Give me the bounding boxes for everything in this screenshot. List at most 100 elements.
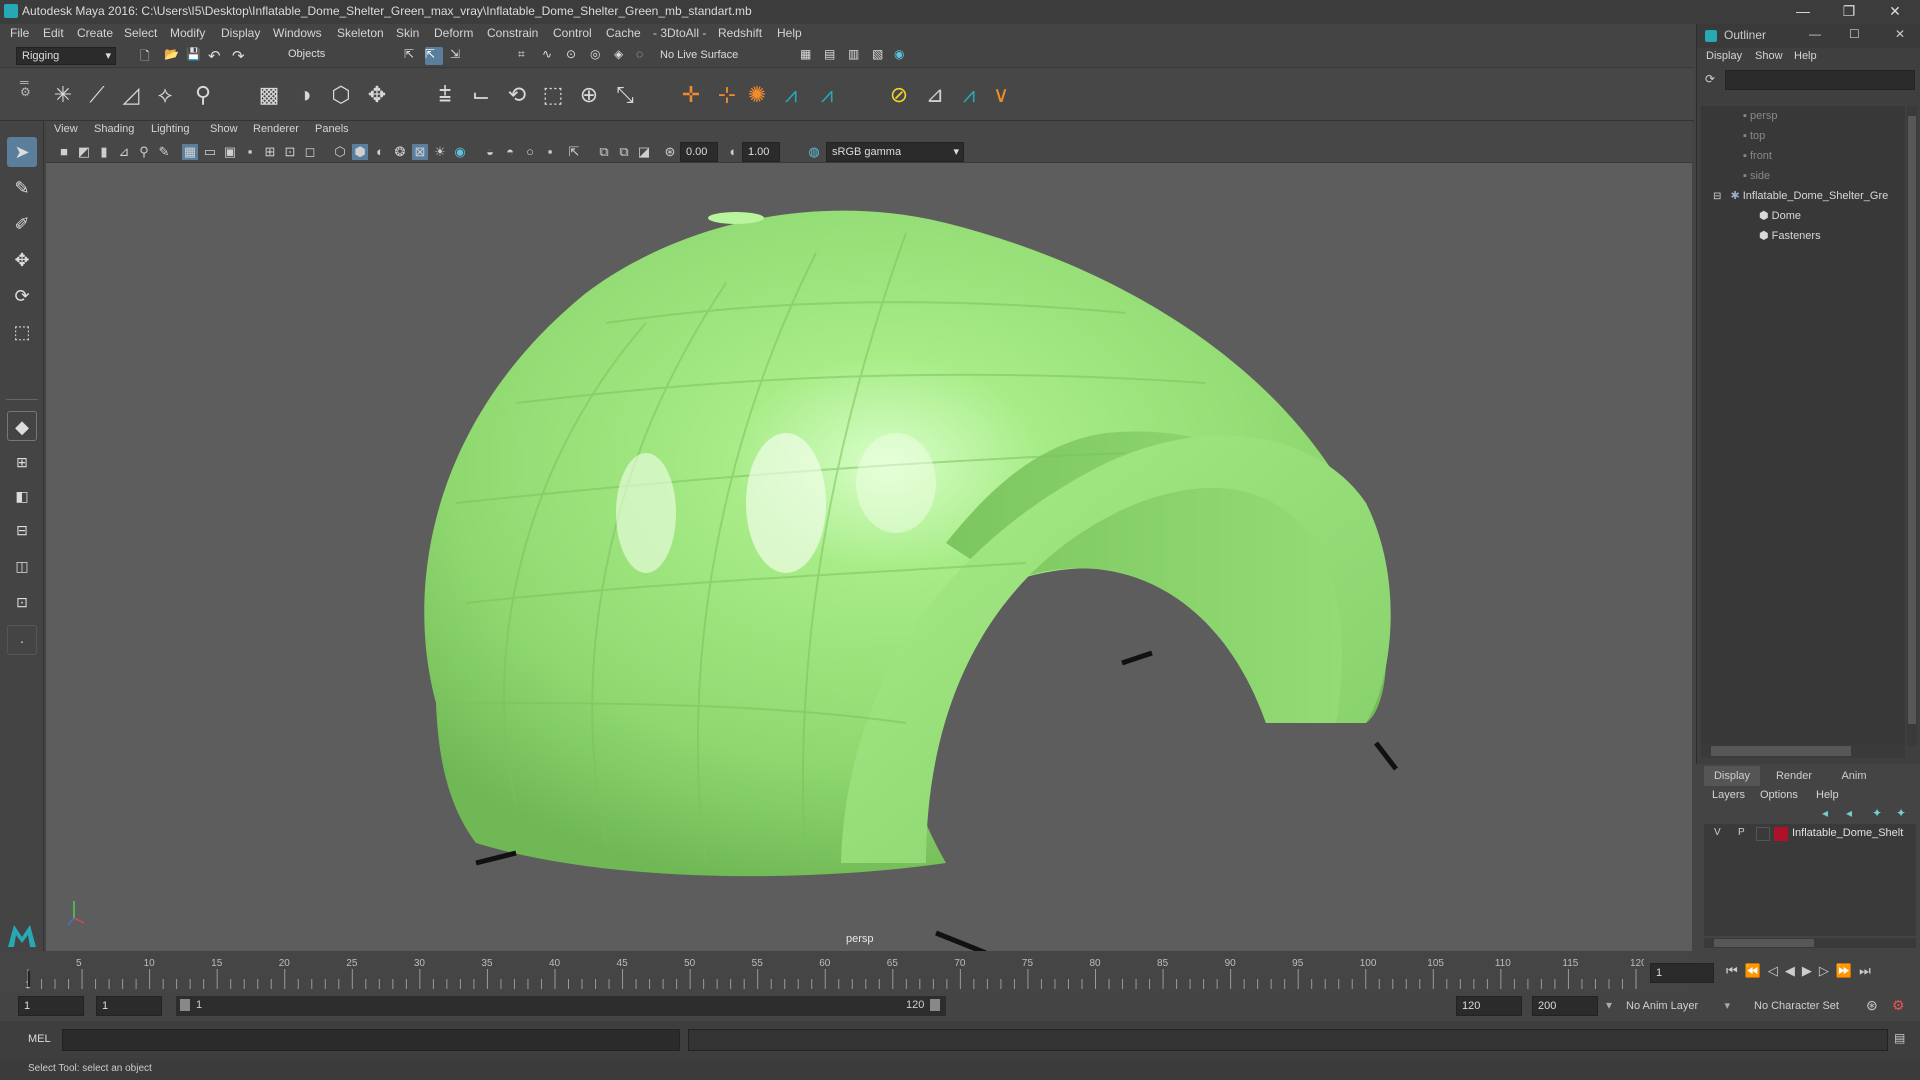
current-time-marker[interactable] — [28, 971, 30, 987]
hud-icon[interactable]: ◪ — [636, 144, 652, 160]
vp-menu-view[interactable]: View — [54, 123, 78, 135]
safe-action-icon[interactable]: ⊡ — [282, 144, 298, 160]
outliner-menu-display[interactable]: Display — [1706, 50, 1742, 62]
maya-shelf-icon[interactable]: ⩘ — [954, 80, 984, 110]
aim-constraint-icon[interactable]: ⊹ — [712, 80, 742, 110]
time-slider[interactable]: 1510152025303540455055606570758085909510… — [0, 951, 1871, 993]
cluster-icon[interactable]: ◑ — [290, 80, 320, 110]
exposure-field[interactable]: 0.00 — [680, 142, 718, 162]
outliner-hscrollbar[interactable] — [1701, 744, 1905, 758]
rotate-tool-icon[interactable]: ⟳ — [7, 281, 37, 311]
snap-view-icon[interactable]: ◎ — [590, 47, 608, 65]
outliner-menu-help[interactable]: Help — [1794, 50, 1817, 62]
redshift-icon[interactable]: ∨ — [986, 80, 1016, 110]
wireframe-on-shaded-icon[interactable]: ◐ — [372, 144, 388, 160]
layers-menu-options[interactable]: Options — [1760, 789, 1798, 801]
insert-joint-icon[interactable]: ⟡ — [150, 80, 180, 110]
layer-color-swatch[interactable] — [1774, 827, 1788, 841]
viewport-panel[interactable]: View Shading Lighting Show Renderer Pane… — [46, 121, 1692, 951]
playback-end-field[interactable]: 120 — [1456, 996, 1522, 1016]
new-layer-selected-icon[interactable]: ✦ — [1896, 806, 1906, 820]
menu-control[interactable]: Control — [553, 26, 592, 40]
field-chart-icon[interactable]: ⊞ — [262, 144, 278, 160]
layer-name[interactable]: Inflatable_Dome_Shelt — [1792, 827, 1903, 839]
maximize-button[interactable]: ❐ — [1826, 0, 1872, 24]
camera-attr-icon[interactable]: ◩ — [76, 144, 92, 160]
depth-of-field-icon[interactable]: ○ — [522, 144, 538, 160]
redo-icon[interactable]: ↷ — [232, 47, 250, 65]
smooth-shade-icon[interactable]: ⬢ — [352, 144, 368, 160]
range-end-handle[interactable] — [930, 999, 940, 1011]
image-plane-icon[interactable]: ⊿ — [116, 144, 132, 160]
snap-pivot-icon[interactable]: ◌ — [636, 47, 654, 65]
outliner-close-icon[interactable]: ✕ — [1895, 27, 1905, 41]
outliner-vscrollbar[interactable] — [1907, 106, 1917, 746]
range-bar[interactable]: 1 120 — [176, 996, 946, 1016]
interactive-bind-icon[interactable]: ⟲ — [502, 80, 532, 110]
bind-skin-icon[interactable]: ⩲ — [430, 80, 460, 110]
render-frame-icon[interactable]: ▤ — [824, 47, 842, 65]
auto-key-icon[interactable]: ⊛ — [1866, 997, 1878, 1014]
selection-mode[interactable]: Objects — [288, 48, 325, 60]
select-hierarchy-icon[interactable]: ⇱ — [404, 47, 422, 65]
resolution-gate-icon[interactable]: ▣ — [222, 144, 238, 160]
gate-mask-icon[interactable]: ▪ — [242, 144, 258, 160]
snap-surface-icon[interactable]: ◈ — [614, 47, 632, 65]
menu-windows[interactable]: Windows — [273, 26, 322, 40]
character-set-dropdown[interactable]: No Character Set — [1750, 996, 1864, 1016]
vp-menu-lighting[interactable]: Lighting — [151, 123, 190, 135]
menu-skeleton[interactable]: Skeleton — [337, 26, 384, 40]
script-editor-icon[interactable]: ▤ — [1894, 1031, 1905, 1045]
grease-pencil-icon[interactable]: ✎ — [156, 144, 172, 160]
persp-graph-icon[interactable]: ⊟ — [7, 515, 37, 545]
select-object-icon[interactable]: ⇱ — [425, 47, 443, 65]
safe-title-icon[interactable]: ◻ — [302, 144, 318, 160]
film-gate-icon[interactable]: ▭ — [202, 144, 218, 160]
vp-menu-shading[interactable]: Shading — [94, 123, 134, 135]
render-settings-icon[interactable]: ▧ — [872, 47, 890, 65]
menu-cache[interactable]: Cache — [606, 26, 641, 40]
shelf-options-icon[interactable]: ═ ⚙ — [20, 76, 31, 98]
select-tool-icon[interactable]: ➤ — [7, 137, 37, 167]
scene-end-field[interactable]: 200 — [1532, 996, 1598, 1016]
camera-icon[interactable]: ■ — [56, 144, 72, 160]
menuset-dropdown[interactable]: Rigging ▾ — [16, 47, 116, 65]
vp-menu-show[interactable]: Show — [210, 123, 238, 135]
layers-menu-help[interactable]: Help — [1816, 789, 1839, 801]
menu-3dtoall[interactable]: - 3DtoAll - — [653, 26, 706, 40]
scale-tool-icon[interactable]: ⬚ — [7, 317, 37, 347]
outliner-item-top[interactable]: ▪ top — [1701, 126, 1920, 146]
step-back-icon[interactable]: ◁ — [1768, 963, 1785, 978]
layer-row[interactable]: V P Inflatable_Dome_Shelt — [1704, 824, 1916, 844]
menu-deform[interactable]: Deform — [434, 26, 473, 40]
render-view-icon[interactable]: ▦ — [800, 47, 818, 65]
menu-modify[interactable]: Modify — [170, 26, 205, 40]
outliner-item-front[interactable]: ▪ front — [1701, 146, 1920, 166]
ipr-render-icon[interactable]: ▥ — [848, 47, 866, 65]
menu-file[interactable]: File — [10, 26, 29, 40]
four-view-icon[interactable]: ⊞ — [7, 447, 37, 477]
wrap-icon[interactable]: ✥ — [362, 80, 392, 110]
wireframe-icon[interactable]: ⬡ — [332, 144, 348, 160]
save-scene-icon[interactable]: 💾 — [186, 47, 204, 65]
point-constraint-icon[interactable]: ✛ — [676, 80, 706, 110]
minimize-button[interactable]: — — [1780, 0, 1826, 24]
outliner-item-dome[interactable]: ⬢ Dome — [1701, 206, 1920, 226]
single-view-icon[interactable]: ◆ — [7, 411, 37, 441]
move-layer-up-icon[interactable]: ◂ — [1822, 806, 1828, 820]
orient-constraint-icon[interactable]: ✺ — [742, 80, 772, 110]
close-button[interactable]: ✕ — [1872, 0, 1918, 24]
anim-prefs-icon[interactable]: ⚙ — [1892, 997, 1905, 1014]
lattice-icon[interactable]: ▩ — [254, 80, 284, 110]
copy-weights-icon[interactable]: ⤡ — [610, 80, 640, 110]
pole-vector-icon[interactable]: ⊿ — [920, 80, 950, 110]
menu-create[interactable]: Create — [77, 26, 113, 40]
open-scene-icon[interactable]: 📂 — [164, 47, 182, 65]
vp-menu-panels[interactable]: Panels — [315, 123, 349, 135]
select-component-icon[interactable]: ⇲ — [450, 47, 468, 65]
move-layer-down-icon[interactable]: ◂ — [1846, 806, 1852, 820]
screen-ao-icon[interactable]: ◉ — [452, 144, 468, 160]
outliner-item-persp[interactable]: ▪ persp — [1701, 106, 1920, 126]
snap-point-icon[interactable]: ⊙ — [566, 47, 584, 65]
paint-select-icon[interactable]: ✐ — [7, 209, 37, 239]
